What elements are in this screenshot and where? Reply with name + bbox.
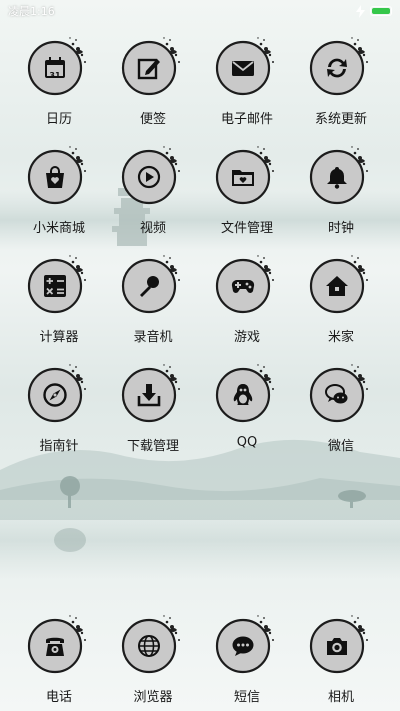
app-icon[interactable]: [121, 143, 185, 207]
status-bar: 凌晨1:16: [0, 0, 400, 24]
app-updater[interactable]: 系统更新: [294, 34, 388, 143]
battery-icon: [370, 6, 392, 16]
gamepad-icon: [231, 279, 255, 293]
battery-level: [372, 8, 390, 14]
app-icon[interactable]: [215, 143, 279, 207]
app-label: 下载管理: [126, 439, 179, 454]
app-label: 游戏: [233, 330, 260, 345]
app-qq[interactable]: QQ: [200, 361, 294, 470]
app-label: 便签: [139, 112, 166, 127]
notepad-icon: [137, 58, 160, 80]
app-phone[interactable]: 电话: [12, 612, 106, 705]
app-label: 日历: [45, 112, 72, 127]
home-screen: 凌晨1:16 31 日历 便签 电子邮件 系统更新 小米商城 视频 文件管理 时…: [0, 0, 400, 711]
app-icon[interactable]: [309, 34, 373, 98]
app-label: 系统更新: [314, 112, 367, 127]
app-grid: 31 日历 便签 电子邮件 系统更新 小米商城 视频 文件管理 时钟 计算器 录…: [12, 34, 388, 470]
play-icon: [137, 165, 161, 189]
app-icon[interactable]: [215, 252, 279, 316]
app-label: 指南针: [39, 439, 79, 454]
download-icon: [137, 384, 161, 407]
app-email[interactable]: 电子邮件: [200, 34, 294, 143]
app-label: 电子邮件: [220, 112, 273, 127]
app-label: 米家: [327, 330, 354, 345]
app-label: 相机: [327, 690, 354, 705]
camera-icon: [327, 638, 347, 655]
app-icon[interactable]: [121, 34, 185, 98]
app-icon[interactable]: [215, 361, 279, 425]
app-label: 计算器: [39, 330, 79, 345]
app-label: 录音机: [133, 330, 173, 345]
bell-icon: [327, 167, 347, 189]
app-label: 电话: [45, 690, 72, 705]
app-label: 微信: [327, 439, 354, 454]
chat-bubbles-icon: [325, 384, 348, 404]
app-label: 文件管理: [220, 221, 273, 236]
app-icon[interactable]: [309, 361, 373, 425]
app-icon[interactable]: [27, 612, 91, 676]
app-recorder[interactable]: 录音机: [106, 252, 200, 361]
dock: 电话 浏览器 短信 相机: [12, 612, 388, 705]
app-browser[interactable]: 浏览器: [106, 612, 200, 705]
app-label: 小米商城: [32, 221, 85, 236]
app-calendar[interactable]: 31 日历: [12, 34, 106, 143]
app-icon[interactable]: [121, 361, 185, 425]
compass-icon: [43, 383, 67, 407]
app-clock[interactable]: 时钟: [294, 143, 388, 252]
shopping-bag-icon: [46, 166, 64, 188]
app-video[interactable]: 视频: [106, 143, 200, 252]
app-label: QQ: [236, 435, 258, 450]
app-wechat[interactable]: 微信: [294, 361, 388, 470]
app-label: 时钟: [327, 221, 354, 236]
app-icon[interactable]: [215, 34, 279, 98]
folder-icon: [232, 170, 254, 186]
app-icon[interactable]: [309, 143, 373, 207]
microphone-icon: [140, 276, 159, 297]
app-files[interactable]: 文件管理: [200, 143, 294, 252]
globe-icon: [138, 635, 160, 657]
app-games[interactable]: 游戏: [200, 252, 294, 361]
app-camera[interactable]: 相机: [294, 612, 388, 705]
app-label: 浏览器: [133, 690, 173, 705]
telephone-icon: [46, 637, 64, 656]
app-mistore[interactable]: 小米商城: [12, 143, 106, 252]
app-messages[interactable]: 短信: [200, 612, 294, 705]
app-label: 视频: [139, 221, 166, 236]
app-icon[interactable]: [121, 252, 185, 316]
app-compass[interactable]: 指南针: [12, 361, 106, 470]
calendar-date-text: 31: [49, 71, 61, 80]
app-icon[interactable]: [121, 612, 185, 676]
status-indicators: [356, 4, 392, 18]
app-icon[interactable]: 31: [27, 34, 91, 98]
app-icon[interactable]: [27, 143, 91, 207]
app-label: 短信: [233, 690, 260, 705]
app-icon[interactable]: [215, 612, 279, 676]
message-icon: [232, 636, 254, 656]
app-icon[interactable]: [309, 252, 373, 316]
app-notes[interactable]: 便签: [106, 34, 200, 143]
update-icon: [327, 58, 347, 78]
bolt-icon: [356, 4, 365, 18]
home-icon: [326, 276, 348, 296]
calculator-icon: [44, 275, 66, 297]
app-icon[interactable]: [27, 361, 91, 425]
app-icon[interactable]: [27, 252, 91, 316]
penguin-icon: [233, 384, 253, 405]
app-calculator[interactable]: 计算器: [12, 252, 106, 361]
status-time: 凌晨1:16: [8, 5, 55, 18]
mail-icon: [232, 61, 254, 76]
app-icon[interactable]: [309, 612, 373, 676]
app-downloads[interactable]: 下载管理: [106, 361, 200, 470]
app-mihome[interactable]: 米家: [294, 252, 388, 361]
